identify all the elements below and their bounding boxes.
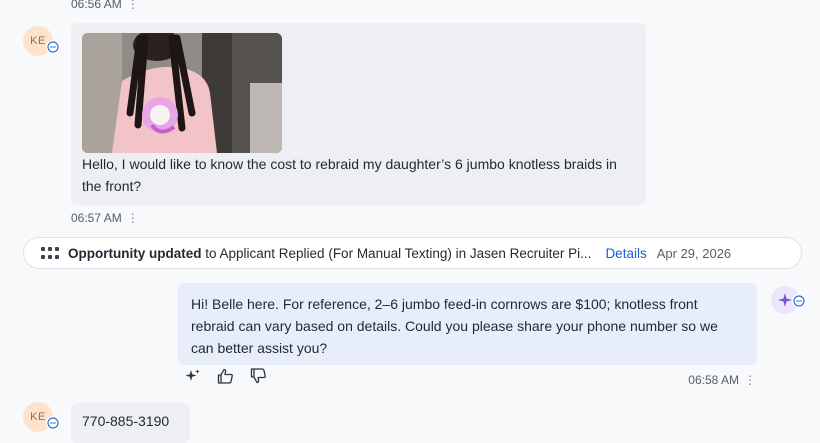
thumbs-down-icon[interactable]: [250, 368, 267, 389]
incoming-message-bubble: 770-885-3190: [71, 403, 190, 443]
message-text: Hello, I would like to know the cost to …: [82, 156, 617, 194]
details-link[interactable]: Details: [605, 246, 646, 261]
opportunity-icon: [40, 245, 60, 261]
message-timestamp: 06:57 AM: [71, 211, 122, 225]
message-menu-icon[interactable]: ⋮: [744, 373, 756, 387]
activity-event: Opportunity updated to Applicant Replied…: [23, 237, 802, 269]
ai-sparkle-icon: [778, 293, 792, 307]
message-meta: 06:57 AM ⋮: [71, 209, 139, 227]
reply-meta: 06:58 AM ⋮: [688, 371, 756, 389]
message-text: 770-885-3190: [82, 413, 170, 429]
avatar-initials: KE: [30, 35, 46, 47]
sms-channel-icon: [46, 40, 60, 54]
message-timestamp: 06:56 AM: [71, 0, 122, 11]
event-description: to Applicant Replied (For Manual Texting…: [201, 245, 592, 261]
event-title: Opportunity updated: [68, 245, 202, 261]
reply-actions: [185, 368, 267, 389]
message-timestamp: 06:58 AM: [688, 373, 739, 387]
message-meta-top: 06:56 AM ⋮: [71, 0, 139, 13]
message-image[interactable]: [82, 33, 282, 153]
sms-channel-icon: [46, 416, 60, 430]
message-menu-icon[interactable]: ⋮: [127, 0, 139, 11]
ai-sparkle-icon[interactable]: [185, 368, 201, 389]
event-date: Apr 29, 2026: [656, 245, 732, 261]
reply-text: Hi! Belle here. For reference, 2–6 jumbo…: [191, 296, 718, 356]
avatar-initials: KE: [30, 411, 46, 423]
thumbs-up-icon[interactable]: [217, 368, 234, 389]
outgoing-message-bubble: Hi! Belle here. For reference, 2–6 jumbo…: [178, 283, 757, 365]
incoming-message-bubble: Hello, I would like to know the cost to …: [71, 23, 646, 205]
photo-illustration: [82, 33, 282, 153]
message-menu-icon[interactable]: ⋮: [127, 211, 139, 225]
sms-channel-icon: [792, 294, 806, 308]
